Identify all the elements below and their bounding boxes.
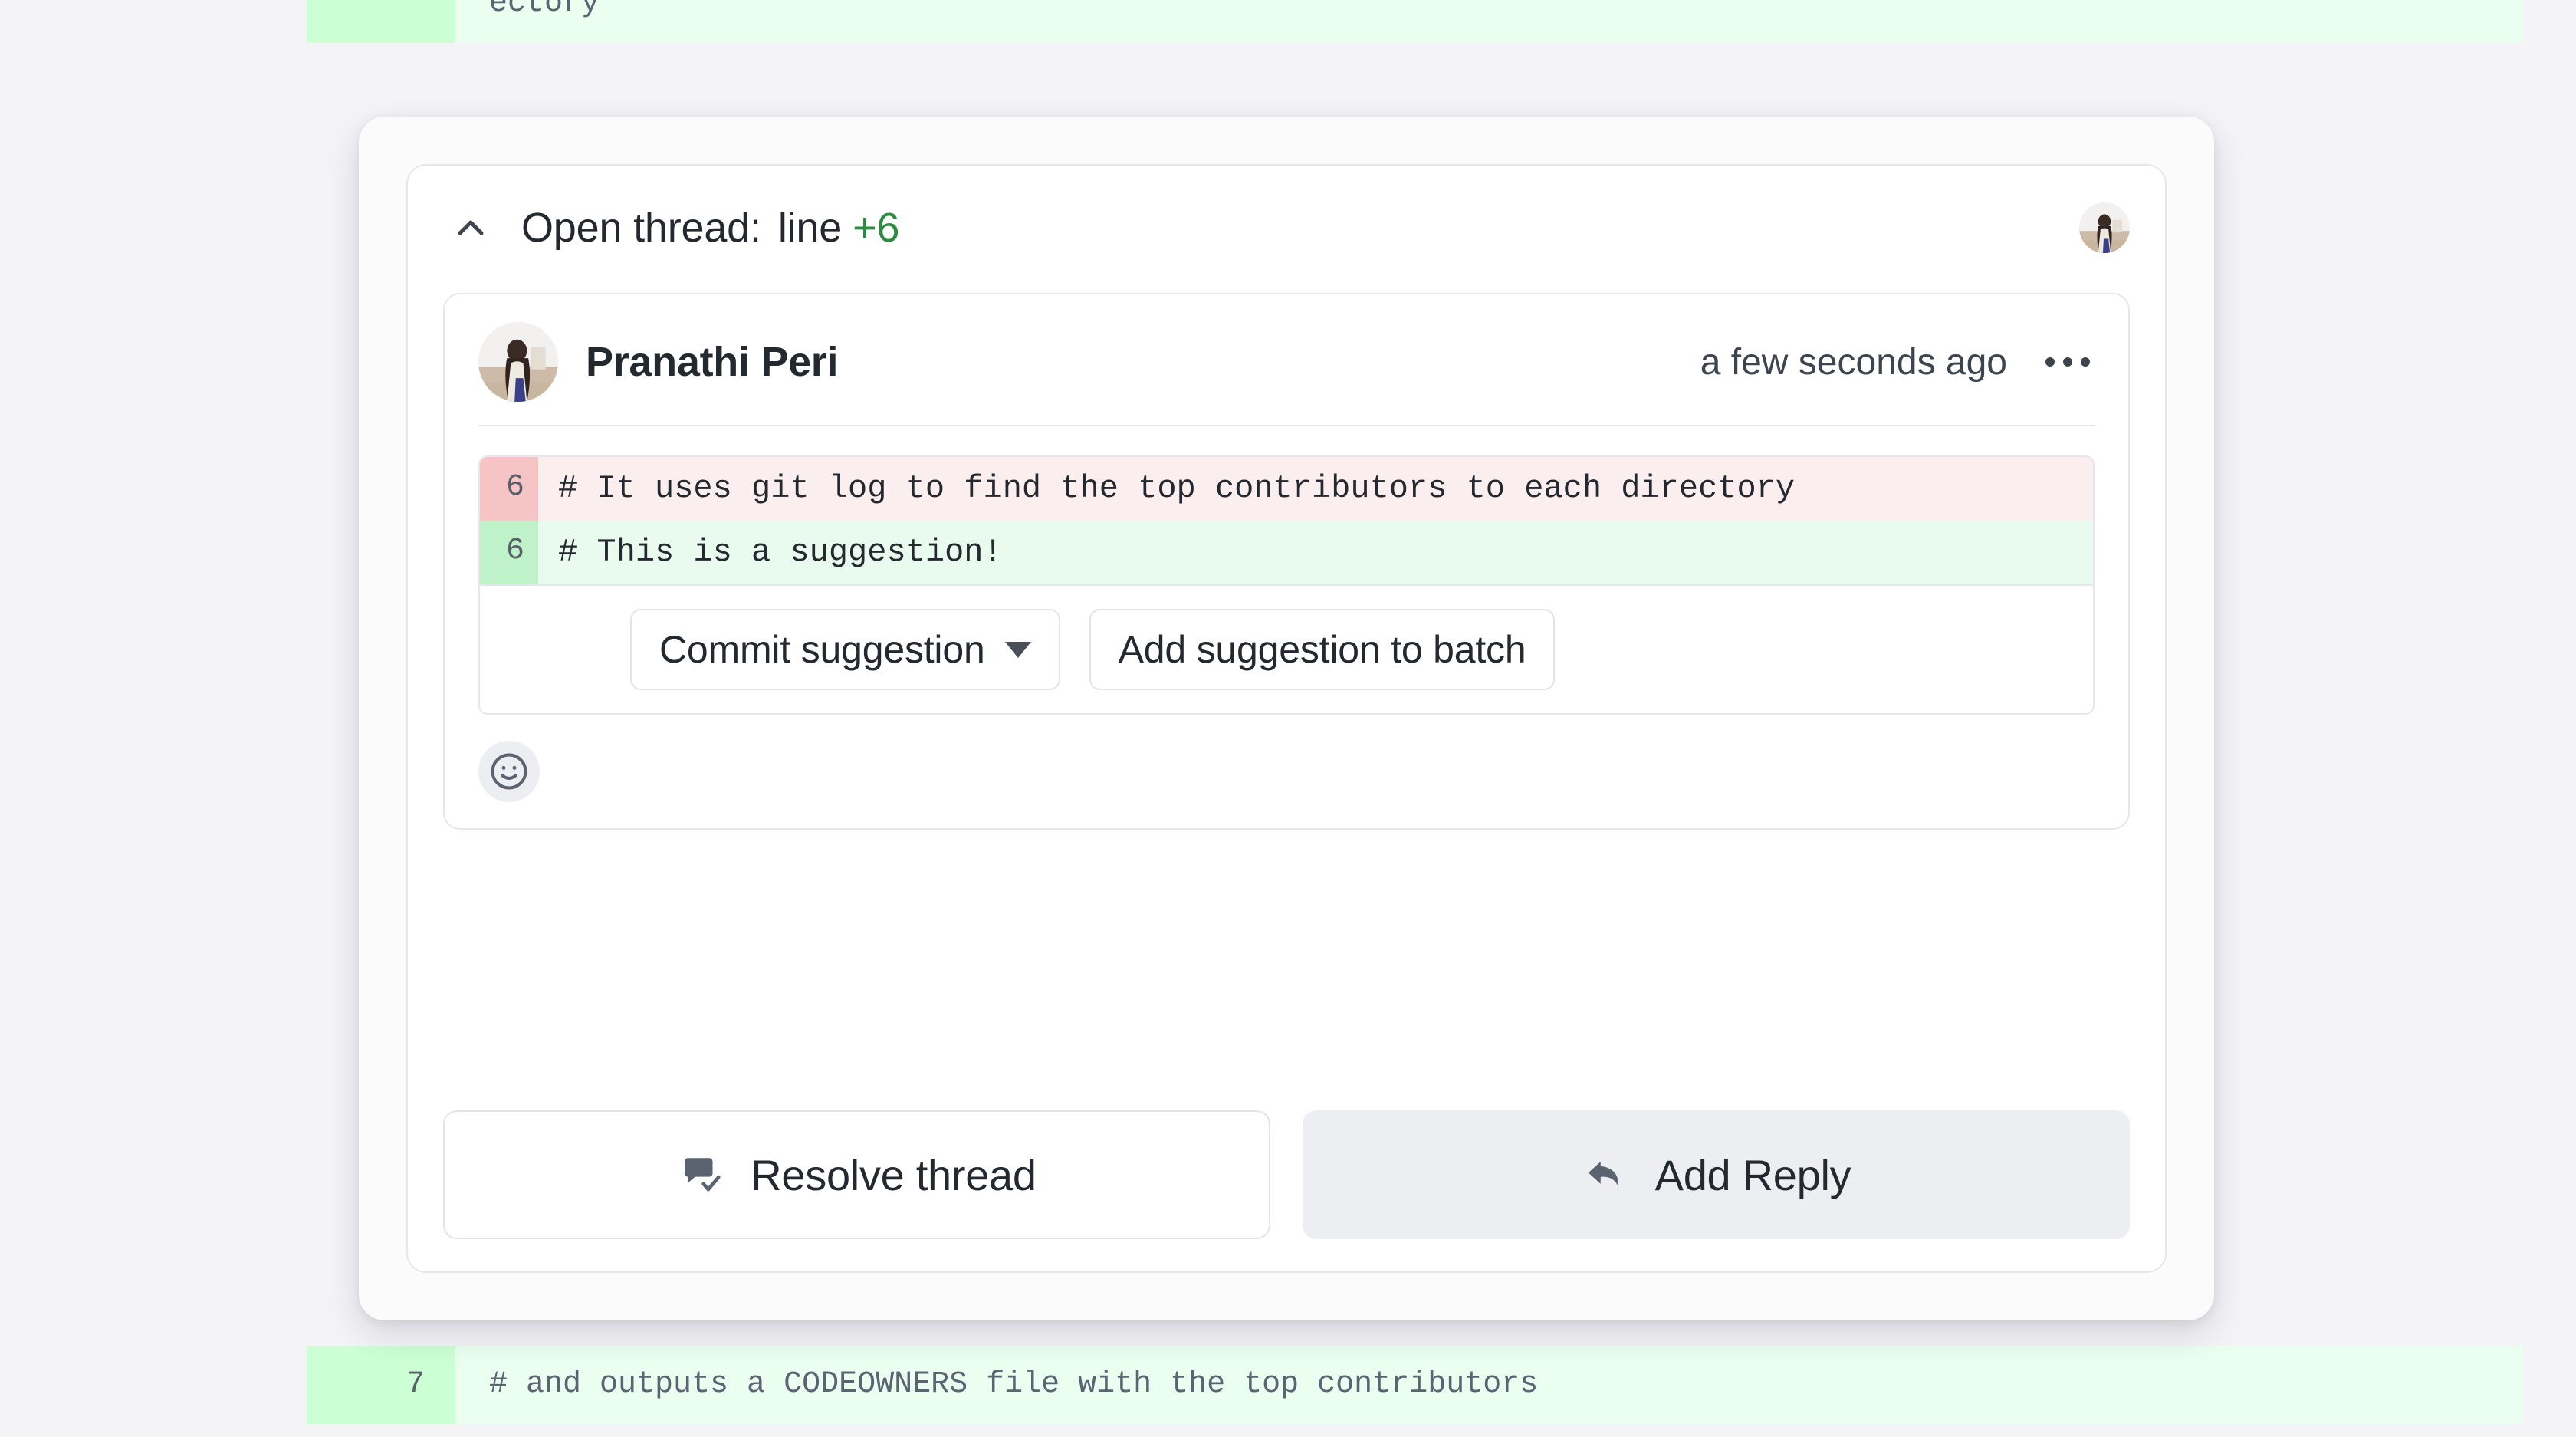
- commit-suggestion-button[interactable]: Commit suggestion: [630, 609, 1060, 691]
- thread-header-avatar[interactable]: [2079, 202, 2130, 253]
- thread-card: Open thread: line +6 Pranathi Peri a few…: [359, 117, 2214, 1320]
- add-suggestion-to-batch-label: Add suggestion to batch: [1118, 628, 1526, 672]
- diff-context-line-bottom: 7 # and outputs a CODEOWNERS file with t…: [307, 1346, 2522, 1424]
- diff-context-line-top: ectory: [307, 0, 2522, 43]
- add-reply-button[interactable]: Add Reply: [1303, 1110, 2130, 1239]
- diff-line-number: [307, 0, 455, 43]
- diff-line-code: ectory: [455, 0, 2522, 43]
- suggestion-line-number: 6: [480, 457, 538, 521]
- kebab-dot: [2063, 357, 2072, 367]
- kebab-dot: [2081, 357, 2090, 367]
- diff-line-number: 7: [307, 1346, 455, 1424]
- suggestion-added-line: 6 # This is a suggestion!: [480, 521, 2093, 585]
- comment-box: Pranathi Peri a few seconds ago 6 # It u…: [443, 293, 2130, 830]
- reply-arrow-icon: [1582, 1151, 1629, 1199]
- comment-check-icon: [677, 1151, 724, 1199]
- add-reply-label: Add Reply: [1654, 1150, 1852, 1199]
- resolve-thread-button[interactable]: Resolve thread: [443, 1110, 1270, 1239]
- suggestion-line-number: 6: [480, 521, 538, 585]
- smiley-face-icon[interactable]: [478, 741, 540, 802]
- suggestion-actions: Commit suggestion Add suggestion to batc…: [480, 584, 2093, 714]
- diff-thread-page: ectory 7 # and outputs a CODEOWNERS file…: [0, 0, 2576, 1437]
- caret-down-icon: [1004, 641, 1031, 658]
- thread-footer: Resolve thread Add Reply: [443, 1110, 2130, 1239]
- diff-line-code: # and outputs a CODEOWNERS file with the…: [455, 1346, 2522, 1424]
- thread-line-badge: +6: [853, 205, 900, 251]
- thread-header: Open thread: line +6: [408, 166, 2165, 290]
- thread-title: Open thread: line +6: [521, 204, 899, 252]
- suggestion-deleted-line: 6 # It uses git log to find the top cont…: [480, 457, 2093, 521]
- comment-header: Pranathi Peri a few seconds ago: [445, 294, 2128, 425]
- commit-suggestion-label: Commit suggestion: [659, 628, 985, 672]
- reaction-bar: [478, 741, 540, 802]
- avatar[interactable]: [478, 322, 558, 402]
- comment-divider: [478, 425, 2095, 426]
- thread-card-inner: Open thread: line +6 Pranathi Peri a few…: [406, 164, 2167, 1273]
- thread-line-word: line: [777, 205, 843, 251]
- thread-title-label: Open thread:: [521, 205, 761, 251]
- resolve-thread-label: Resolve thread: [751, 1150, 1037, 1199]
- comment-timestamp: a few seconds ago: [1700, 341, 2007, 383]
- suggestion-block: 6 # It uses git log to find the top cont…: [478, 455, 2095, 715]
- suggestion-line-code: # It uses git log to find the top contri…: [538, 457, 2093, 521]
- suggestion-line-code: # This is a suggestion!: [538, 521, 2093, 585]
- add-suggestion-to-batch-button[interactable]: Add suggestion to batch: [1089, 609, 1556, 691]
- kebab-dot: [2045, 357, 2055, 367]
- kebab-menu-icon[interactable]: [2041, 347, 2095, 377]
- comment-author: Pranathi Peri: [586, 339, 839, 385]
- chevron-up-icon[interactable]: [449, 206, 492, 249]
